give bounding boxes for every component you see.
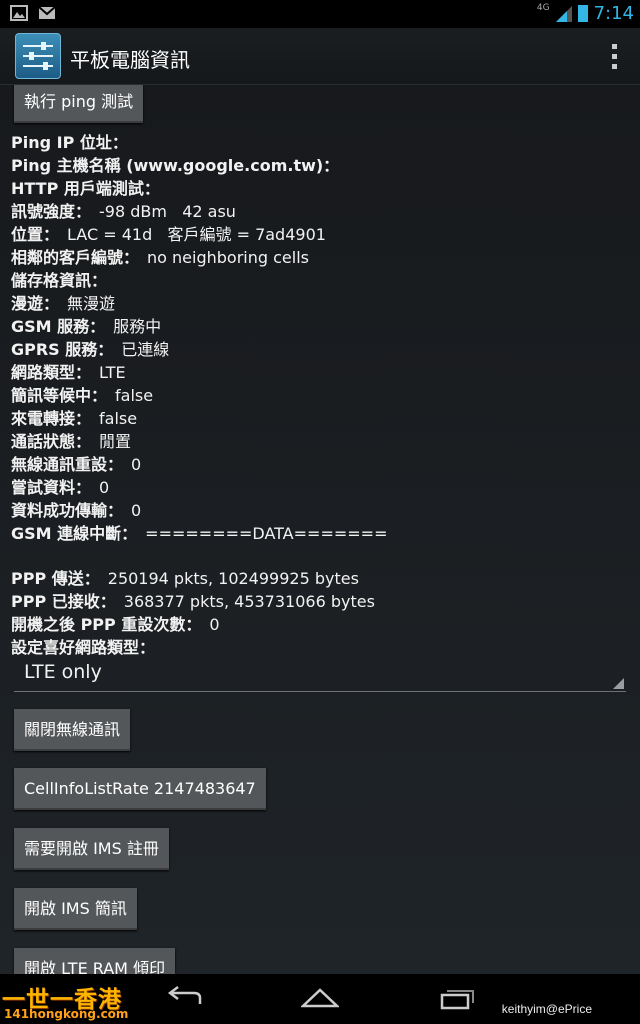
- overflow-menu-icon[interactable]: [612, 44, 618, 69]
- back-icon[interactable]: [166, 986, 202, 1010]
- ims-sms-button[interactable]: 開啟 IMS 簡訊: [14, 888, 137, 930]
- info-row: 相鄰的客戶編號： no neighboring cells: [11, 248, 309, 267]
- turn-off-radio-button[interactable]: 關閉無線通訊: [14, 709, 131, 751]
- info-row: 簡訊等候中： false: [11, 386, 154, 405]
- settings-sliders-icon[interactable]: [15, 33, 61, 79]
- spinner-arrow-icon: [613, 678, 624, 689]
- run-ping-test-button[interactable]: 執行 ping 測試: [14, 85, 144, 123]
- home-icon[interactable]: [301, 986, 339, 1008]
- info-list: Ping IP 位址： Ping 主機名稱 (www.google.com.tw…: [11, 131, 631, 659]
- watermark-logo: 一世一香港 141hongkong.com: [2, 987, 129, 1021]
- info-row: 嘗試資料： 0: [11, 478, 110, 497]
- info-row: HTTP 用戶端測試：: [11, 179, 160, 198]
- action-bar: 平板電腦資訊: [0, 28, 640, 85]
- info-row: GPRS 服務： 已連線: [11, 340, 170, 359]
- gmail-icon: [38, 6, 56, 19]
- clock: 7:14: [593, 3, 634, 24]
- battery-icon: [577, 5, 588, 22]
- navigation-bar: 一世一香港 141hongkong.com keithyim@ePrice: [0, 974, 640, 1024]
- info-row: GSM 服務： 服務中: [11, 317, 162, 336]
- info-row: GSM 連線中斷： ========DATA=======: [11, 524, 388, 543]
- info-row: 來電轉接： false: [11, 409, 138, 428]
- radio-info-content[interactable]: 執行 ping 測試 Ping IP 位址： Ping 主機名稱 (www.go…: [0, 85, 640, 974]
- preferred-network-type-spinner[interactable]: LTE only: [14, 655, 626, 692]
- lte-ram-dump-button[interactable]: 開啟 LTE RAM 傾印: [14, 948, 176, 974]
- image-icon: [10, 5, 28, 21]
- recent-apps-icon[interactable]: [440, 986, 476, 1010]
- spinner-selected-value: LTE only: [24, 661, 102, 683]
- ppp-row: PPP 傳送： 250194 pkts, 102499925 bytes: [11, 569, 359, 588]
- cell-info-list-rate-button[interactable]: CellInfoListRate 2147483647: [14, 768, 266, 810]
- ppp-row: PPP 已接收： 368377 pkts, 453731066 bytes: [11, 592, 375, 611]
- info-row: 資料成功傳輸： 0: [11, 501, 142, 520]
- info-row: 通話狀態： 閒置: [11, 432, 132, 451]
- page-title: 平板電腦資訊: [70, 48, 190, 72]
- info-row: 位置： LAC = 41d 客戶編號 = 7ad4901: [11, 225, 326, 244]
- info-row: 無線通訊重設： 0: [11, 455, 142, 474]
- status-bar: 4G 7:14: [0, 0, 640, 28]
- network-type-label: 4G: [536, 2, 550, 13]
- signal-strength-icon: [555, 5, 572, 22]
- info-row: 訊號強度： -98 dBm 42 asu: [11, 202, 236, 221]
- info-row: 漫遊： 無漫遊: [11, 294, 116, 313]
- credit-text: keithyim@ePrice: [501, 1002, 592, 1016]
- info-row: Ping IP 位址：: [11, 133, 128, 152]
- info-row: Ping 主機名稱 (www.google.com.tw)：: [11, 156, 340, 175]
- ims-registration-button[interactable]: 需要開啟 IMS 註冊: [14, 828, 169, 870]
- ppp-row: 開機之後 PPP 重設次數： 0: [11, 615, 220, 634]
- info-row: 網路類型： LTE: [11, 363, 126, 382]
- info-row: 儲存格資訊：: [11, 271, 108, 290]
